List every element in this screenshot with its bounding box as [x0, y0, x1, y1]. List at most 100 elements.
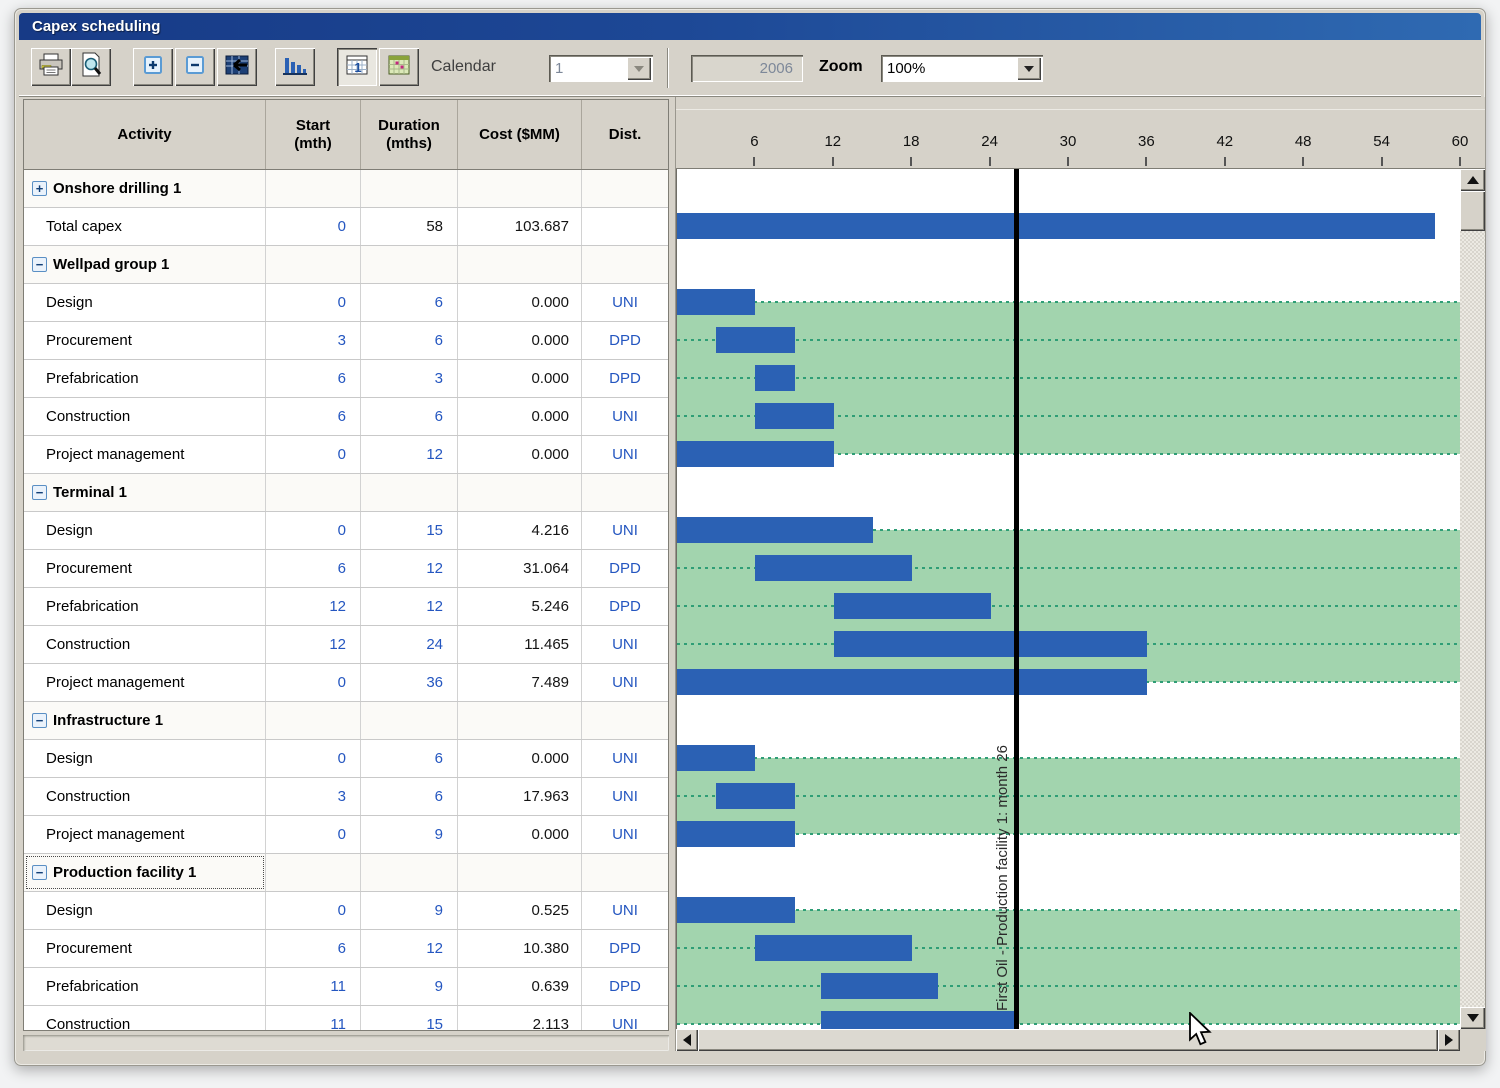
activity-row[interactable]: Prefabrication1190.639DPD [24, 968, 668, 1006]
start-cell[interactable]: 0 [266, 816, 361, 853]
duration-cell[interactable] [361, 246, 458, 283]
dist-cell[interactable]: UNI [582, 892, 668, 929]
cost-cell[interactable]: 5.246 [458, 588, 582, 625]
duration-cell[interactable]: 12 [361, 550, 458, 587]
activity-cell[interactable]: Project management [24, 816, 266, 853]
dist-cell[interactable]: UNI [582, 512, 668, 549]
start-cell[interactable]: 6 [266, 398, 361, 435]
activity-row[interactable]: Procurement61210.380DPD [24, 930, 668, 968]
duration-cell[interactable]: 6 [361, 740, 458, 777]
gantt-bar[interactable] [677, 745, 755, 771]
start-cell[interactable]: 12 [266, 588, 361, 625]
dist-cell[interactable]: UNI [582, 1006, 668, 1030]
gantt-bar[interactable] [821, 973, 939, 999]
expand-icon[interactable]: + [32, 181, 47, 196]
cost-cell[interactable]: 31.064 [458, 550, 582, 587]
activity-cell[interactable]: Prefabrication [24, 968, 266, 1005]
activity-cell[interactable]: −Production facility 1 [24, 854, 266, 891]
gantt-bar[interactable] [677, 517, 873, 543]
cost-cell[interactable]: 10.380 [458, 930, 582, 967]
activity-row[interactable]: Construction11152.113UNI [24, 1006, 668, 1030]
gantt-bar[interactable] [677, 213, 1435, 239]
start-cell[interactable] [266, 474, 361, 511]
print-preview-button[interactable] [71, 48, 111, 86]
start-cell[interactable] [266, 246, 361, 283]
activity-cell[interactable]: Prefabrication [24, 588, 266, 625]
start-cell[interactable]: 0 [266, 664, 361, 701]
gantt-bar[interactable] [677, 821, 795, 847]
scroll-down-button[interactable] [1460, 1007, 1485, 1029]
gantt-bar[interactable] [834, 631, 1148, 657]
expand-all-button[interactable] [133, 48, 173, 86]
collapse-icon[interactable]: − [32, 257, 47, 272]
cost-cell[interactable]: 2.113 [458, 1006, 582, 1030]
start-cell[interactable]: 3 [266, 778, 361, 815]
duration-cell[interactable]: 58 [361, 208, 458, 245]
table-horizontal-scrollbar[interactable] [23, 1035, 669, 1051]
duration-cell[interactable] [361, 474, 458, 511]
cost-cell[interactable]: 0.000 [458, 284, 582, 321]
activity-cell[interactable]: Project management [24, 664, 266, 701]
activity-cell[interactable]: Project management [24, 436, 266, 473]
gantt-vertical-scrollbar[interactable] [1460, 169, 1485, 1029]
dist-cell[interactable]: DPD [582, 968, 668, 1005]
gantt-bar[interactable] [716, 783, 794, 809]
start-cell[interactable]: 3 [266, 322, 361, 359]
cost-cell[interactable]: 17.963 [458, 778, 582, 815]
start-cell[interactable]: 6 [266, 550, 361, 587]
duration-cell[interactable]: 9 [361, 968, 458, 1005]
column-header-cost[interactable]: Cost ($MM) [458, 100, 582, 169]
activity-row[interactable]: Design060.000UNI [24, 740, 668, 778]
group-row[interactable]: +Onshore drilling 1 [24, 170, 668, 208]
dist-cell[interactable]: DPD [582, 360, 668, 397]
activity-row[interactable]: Design090.525UNI [24, 892, 668, 930]
duration-cell[interactable]: 12 [361, 588, 458, 625]
fit-to-window-button[interactable] [217, 48, 257, 86]
gantt-bar[interactable] [677, 669, 1147, 695]
cost-cell[interactable]: 4.216 [458, 512, 582, 549]
column-header-activity[interactable]: Activity [24, 100, 266, 169]
activity-row[interactable]: Project management0120.000UNI [24, 436, 668, 474]
duration-cell[interactable]: 12 [361, 930, 458, 967]
vertical-scroll-thumb[interactable] [1460, 191, 1485, 231]
cost-cell[interactable]: 0.639 [458, 968, 582, 1005]
activity-cell[interactable]: Design [24, 892, 266, 929]
cost-cell[interactable]: 0.000 [458, 816, 582, 853]
cost-cell[interactable] [458, 246, 582, 283]
column-header-start[interactable]: Start (mth) [266, 100, 361, 169]
gantt-horizontal-scrollbar[interactable] [676, 1029, 1460, 1051]
dist-cell[interactable]: UNI [582, 436, 668, 473]
activity-row[interactable]: Project management0367.489UNI [24, 664, 668, 702]
duration-cell[interactable] [361, 854, 458, 891]
collapse-all-button[interactable] [175, 48, 215, 86]
activity-cell[interactable]: Total capex [24, 208, 266, 245]
start-cell[interactable]: 11 [266, 1006, 361, 1030]
cost-cell[interactable] [458, 702, 582, 739]
dist-cell[interactable]: UNI [582, 398, 668, 435]
start-cell[interactable]: 0 [266, 892, 361, 929]
bar-chart-button[interactable] [275, 48, 315, 86]
dist-cell[interactable]: UNI [582, 284, 668, 321]
gantt-bar[interactable] [677, 897, 795, 923]
duration-cell[interactable] [361, 170, 458, 207]
dist-cell[interactable]: DPD [582, 930, 668, 967]
activity-cell[interactable]: Prefabrication [24, 360, 266, 397]
start-cell[interactable] [266, 170, 361, 207]
activity-row[interactable]: Design0154.216UNI [24, 512, 668, 550]
zoom-select[interactable]: 100% [881, 55, 1043, 82]
activity-row[interactable]: Prefabrication630.000DPD [24, 360, 668, 398]
dist-cell[interactable] [582, 854, 668, 891]
activity-row[interactable]: Procurement61231.064DPD [24, 550, 668, 588]
scroll-right-button[interactable] [1438, 1029, 1460, 1051]
gantt-bar[interactable] [834, 593, 991, 619]
start-cell[interactable]: 0 [266, 436, 361, 473]
duration-cell[interactable]: 6 [361, 322, 458, 359]
duration-cell[interactable]: 15 [361, 1006, 458, 1030]
collapse-icon[interactable]: − [32, 865, 47, 880]
cost-cell[interactable]: 103.687 [458, 208, 582, 245]
gantt-bar[interactable] [677, 289, 755, 315]
start-cell[interactable]: 0 [266, 512, 361, 549]
cost-cell[interactable] [458, 474, 582, 511]
duration-cell[interactable]: 3 [361, 360, 458, 397]
start-cell[interactable]: 6 [266, 930, 361, 967]
